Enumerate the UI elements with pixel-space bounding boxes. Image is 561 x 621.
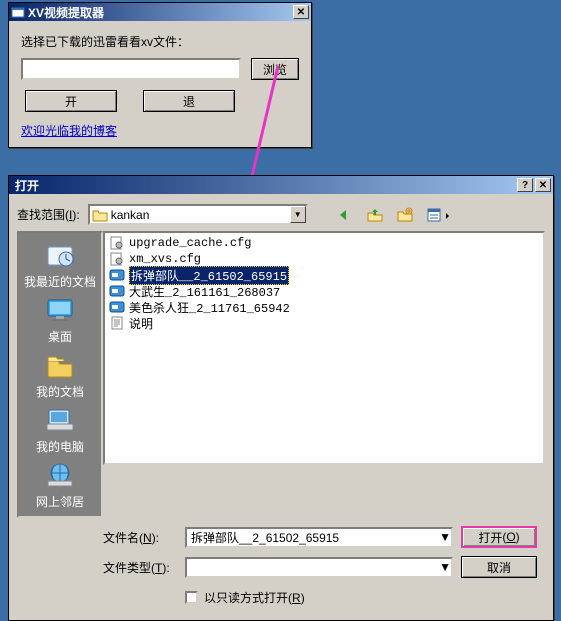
- lookin-value: kankan: [111, 208, 150, 222]
- file-list[interactable]: upgrade_cache.cfg xm_xvs.cfg 拆弹部队__2_615…: [103, 231, 545, 465]
- mycomputer-icon: [44, 404, 76, 436]
- browse-button[interactable]: 浏览: [251, 58, 299, 80]
- chevron-down-icon: ▼: [439, 560, 451, 574]
- close-button[interactable]: ✕: [293, 5, 309, 19]
- back-button[interactable]: [334, 204, 356, 225]
- prompt-label: 选择已下载的迅雷看看xv文件：: [21, 33, 299, 50]
- filetype-label: 文件类型(T):: [103, 559, 177, 576]
- file-item[interactable]: upgrade_cache.cfg: [107, 235, 541, 251]
- places-network[interactable]: 网上邻居: [36, 459, 84, 510]
- open-button[interactable]: 打开(O): [461, 526, 537, 548]
- cfg-file-icon: [109, 236, 125, 250]
- file-path-input[interactable]: [21, 58, 241, 80]
- open-dialog-window: 打开 ? ✕ 查找范围(I): kankan ▼: [8, 175, 554, 621]
- places-mydocs[interactable]: 我的文档: [36, 349, 84, 400]
- titlebar[interactable]: 打开 ? ✕: [9, 176, 553, 194]
- up-one-level-button[interactable]: [364, 204, 386, 225]
- places-bar: 我最近的文档 桌面 我的文档 我的电脑 网上邻居: [17, 231, 103, 518]
- chevron-down-icon: ▼: [290, 206, 306, 223]
- filename-label: 文件名(N):: [103, 529, 177, 546]
- filename-input[interactable]: 拆弹部队__2_61502_65915 ▼: [185, 527, 453, 548]
- cfg-file-icon: [109, 252, 125, 266]
- desktop-icon: [44, 294, 76, 326]
- filetype-dropdown[interactable]: ▼: [185, 557, 453, 578]
- places-recent[interactable]: 我最近的文档: [24, 239, 96, 290]
- window-title: 打开: [11, 177, 515, 194]
- xv-file-icon: [109, 300, 125, 314]
- xv-file-icon: [109, 284, 125, 298]
- folder-icon: [92, 208, 108, 222]
- views-button[interactable]: [424, 204, 454, 225]
- places-desktop[interactable]: 桌面: [44, 294, 76, 345]
- lookin-dropdown[interactable]: kankan ▼: [88, 204, 308, 225]
- file-item[interactable]: 美色杀人狂_2_11761_65942: [107, 299, 541, 315]
- file-item[interactable]: 大武生_2_161161_268037: [107, 283, 541, 299]
- window-title: XV视频提取器: [28, 4, 291, 21]
- txt-file-icon: [109, 316, 125, 330]
- blog-link[interactable]: 欢迎光临我的博客: [21, 124, 117, 138]
- close-button[interactable]: ✕: [535, 178, 551, 192]
- exit-button[interactable]: 退: [143, 90, 235, 112]
- recent-icon: [44, 239, 76, 271]
- xv-extractor-window: XV视频提取器 ✕ 选择已下载的迅雷看看xv文件： 浏览 开 退 欢迎光临我的博…: [8, 2, 312, 148]
- chevron-down-icon: ▼: [439, 530, 451, 544]
- file-item-selected[interactable]: 拆弹部队__2_61502_65915: [107, 267, 541, 283]
- cancel-button[interactable]: 取消: [461, 556, 537, 578]
- network-icon: [44, 459, 76, 491]
- new-folder-button[interactable]: [394, 204, 416, 225]
- places-mycomputer[interactable]: 我的电脑: [36, 404, 84, 455]
- filename-value: 拆弹部队__2_61502_65915: [191, 529, 439, 546]
- xv-file-icon: [109, 268, 125, 282]
- open-button[interactable]: 开: [25, 90, 117, 112]
- mydocs-icon: [44, 349, 76, 381]
- file-item[interactable]: 说明: [107, 315, 541, 331]
- readonly-label: 以只读方式打开(R): [204, 589, 305, 606]
- lookin-label: 查找范围(I):: [17, 206, 80, 223]
- app-icon: [11, 5, 25, 19]
- titlebar[interactable]: XV视频提取器 ✕: [9, 3, 311, 21]
- readonly-checkbox[interactable]: [185, 591, 198, 604]
- help-button[interactable]: ?: [517, 178, 533, 192]
